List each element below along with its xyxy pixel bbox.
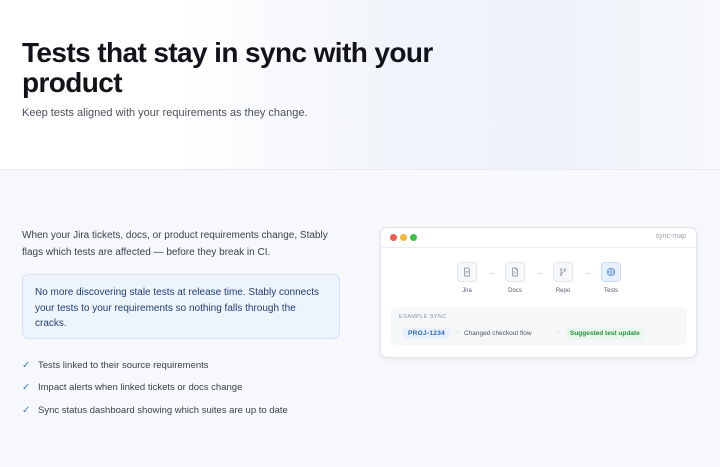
change-description: Changed checkout flow [464,330,532,337]
page-subtitle: Keep tests aligned with your requirement… [22,107,308,119]
maximize-dot-icon [410,234,417,241]
feature-item: ✓ Impact alerts when linked tickets or d… [22,377,288,400]
node-docs: Docs [495,262,535,294]
feature-text: Impact alerts when linked tickets or doc… [38,382,243,394]
page-title: Tests that stay in sync with your produc… [22,37,433,98]
node-tests: Tests [591,262,631,294]
window-titlebar: sync-map [381,228,696,248]
target-icon [601,262,621,282]
node-label: Docs [508,288,522,294]
file-text-icon [505,262,525,282]
node-label: Repo [555,288,571,294]
arrow-right-icon: → [556,329,562,335]
example-sync-label: EXAMPLE SYNC [399,314,447,320]
arrow-right-icon: → [454,329,460,335]
feature-item: ✓ Sync status dashboard showing which su… [22,399,288,422]
feature-text: Tests linked to their source requirement… [38,359,209,371]
check-icon: ✓ [22,382,31,394]
node-jira: Jira [447,262,487,294]
check-icon: ✓ [22,404,31,416]
suggested-update-badge: Suggested test update [566,328,644,339]
info-callout: No more discovering stale tests at relea… [22,274,340,339]
git-branch-icon [553,262,573,282]
intro-text: When your Jira tickets, docs, or product… [22,230,328,258]
example-sync-panel: EXAMPLE SYNC PROJ-1234 → Changed checkou… [391,307,687,345]
document-icon [457,262,477,282]
feature-text: Sync status dashboard showing which suit… [38,404,288,416]
sync-map-window: sync-map Jira → Docs → Repo → Tests EXAM… [380,227,697,358]
window-title: sync-map [655,233,686,240]
node-repo: Repo [543,262,583,294]
feature-list: ✓ Tests linked to their source requireme… [22,354,288,422]
ticket-id-badge: PROJ-1234 [403,328,451,339]
minimize-dot-icon [400,234,407,241]
node-label: Jira [462,288,472,294]
node-label: Tests [603,288,618,294]
hero-section: Tests that stay in sync with your produc… [0,0,720,170]
check-icon: ✓ [22,359,31,371]
close-dot-icon [390,234,397,241]
feature-item: ✓ Tests linked to their source requireme… [22,354,288,377]
